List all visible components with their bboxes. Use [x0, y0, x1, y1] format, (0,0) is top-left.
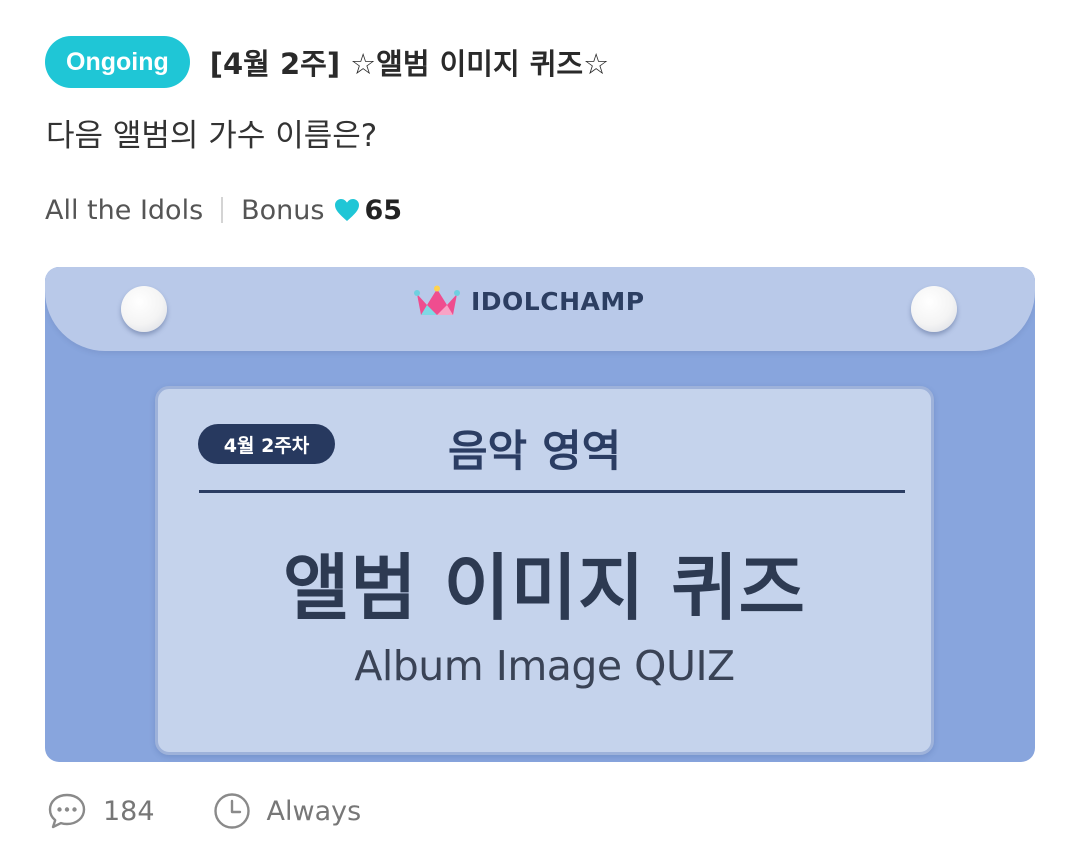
quiz-banner-image[interactable]: IDOLCHAMP 4월 2주차 음악 영역 앨범 이미지 퀴즈 Album I…	[45, 267, 1035, 762]
banner-header: IDOLCHAMP	[45, 267, 1035, 351]
quiz-duration: Always	[266, 795, 362, 827]
week-pill: 4월 2주차	[198, 424, 335, 464]
brand-logo: IDOLCHAMP	[413, 283, 645, 319]
comment-icon[interactable]	[47, 792, 87, 830]
card-divider	[199, 490, 905, 493]
quiz-question: 다음 앨범의 가수 이름은?	[46, 118, 378, 154]
comment-count: 184	[103, 795, 155, 827]
clock-icon	[213, 793, 250, 829]
board-category-link[interactable]: All the Idols	[45, 195, 203, 226]
banner-title-korean: 앨범 이미지 퀴즈	[283, 546, 806, 630]
post-meta: All the Idols Bonus 65	[45, 188, 402, 232]
pin-right	[911, 286, 957, 332]
pin-left	[121, 286, 167, 332]
banner-title-english: Album Image QUIZ	[354, 642, 735, 690]
bonus-label: Bonus	[241, 194, 325, 226]
banner-category: 음악 영역	[448, 427, 622, 477]
crown-icon	[414, 285, 460, 315]
post-header: Ongoing [4월 2주] ☆앨범 이미지 퀴즈☆	[45, 36, 609, 88]
heart-icon	[335, 199, 360, 221]
post-footer: 184 Always	[47, 788, 361, 834]
post-title[interactable]: [4월 2주] ☆앨범 이미지 퀴즈☆	[210, 41, 609, 83]
banner-card: 4월 2주차 음악 영역 앨범 이미지 퀴즈 Album Image QUIZ	[155, 386, 934, 755]
bonus-points: 65	[364, 194, 403, 226]
meta-divider	[221, 197, 224, 223]
brand-name: IDOLCHAMP	[471, 286, 645, 316]
status-badge: Ongoing	[45, 36, 190, 88]
